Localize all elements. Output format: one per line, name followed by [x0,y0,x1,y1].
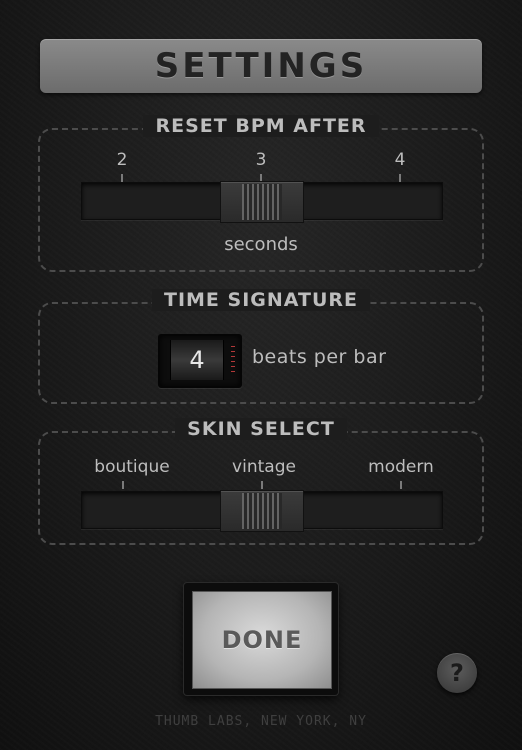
reset-bpm-slider-thumb[interactable] [220,181,304,223]
reset-tick-2 [121,174,123,182]
reset-bpm-label: RESET BPM AFTER [143,115,379,137]
done-button[interactable]: DONE [192,591,332,689]
skin-tick-modern [400,481,402,489]
skin-tick-vintage [261,481,263,489]
beats-counter-value: 4 [189,346,205,374]
time-signature-section: TIME SIGNATURE 4 beats per bar [38,289,484,404]
question-mark-icon: ? [450,659,464,687]
done-button-frame: DONE [184,583,338,695]
time-signature-heading: TIME SIGNATURE [40,289,482,311]
time-signature-label: TIME SIGNATURE [151,289,370,311]
title-bar: SETTINGS [40,39,482,93]
beats-counter-face: 4 [170,340,224,380]
grip-handle-icon [242,493,282,529]
counter-marks-icon [231,346,235,374]
skin-select-label: SKIN SELECT [175,418,347,440]
reset-bpm-slider[interactable] [81,181,443,223]
reset-tick-label-2: 2 [116,150,128,170]
reset-tick-label-4: 4 [394,150,406,170]
skin-select-slider[interactable] [81,490,443,532]
skin-option-modern[interactable]: modern [368,457,434,477]
skin-select-slider-thumb[interactable] [220,490,304,532]
reset-bpm-caption: seconds [224,234,298,255]
done-button-label: DONE [221,626,303,654]
reset-bpm-section: RESET BPM AFTER 2 3 4 seconds [38,115,484,272]
beats-counter[interactable]: 4 [158,334,242,388]
beats-per-bar-label: beats per bar [252,346,387,368]
grip-handle-icon [242,184,282,220]
page-title: SETTINGS [154,46,368,86]
skin-option-boutique[interactable]: boutique [94,457,169,477]
help-button[interactable]: ? [437,653,477,693]
reset-tick-4 [399,174,401,182]
skin-select-heading: SKIN SELECT [40,418,482,440]
skin-tick-boutique [122,481,124,489]
footer-credit: THUMB LABS, NEW YORK, NY [155,714,367,729]
skin-option-vintage[interactable]: vintage [232,457,296,477]
reset-bpm-heading: RESET BPM AFTER [40,115,482,137]
skin-select-section: SKIN SELECT boutique vintage modern [38,418,484,545]
reset-tick-label-3: 3 [255,150,267,170]
